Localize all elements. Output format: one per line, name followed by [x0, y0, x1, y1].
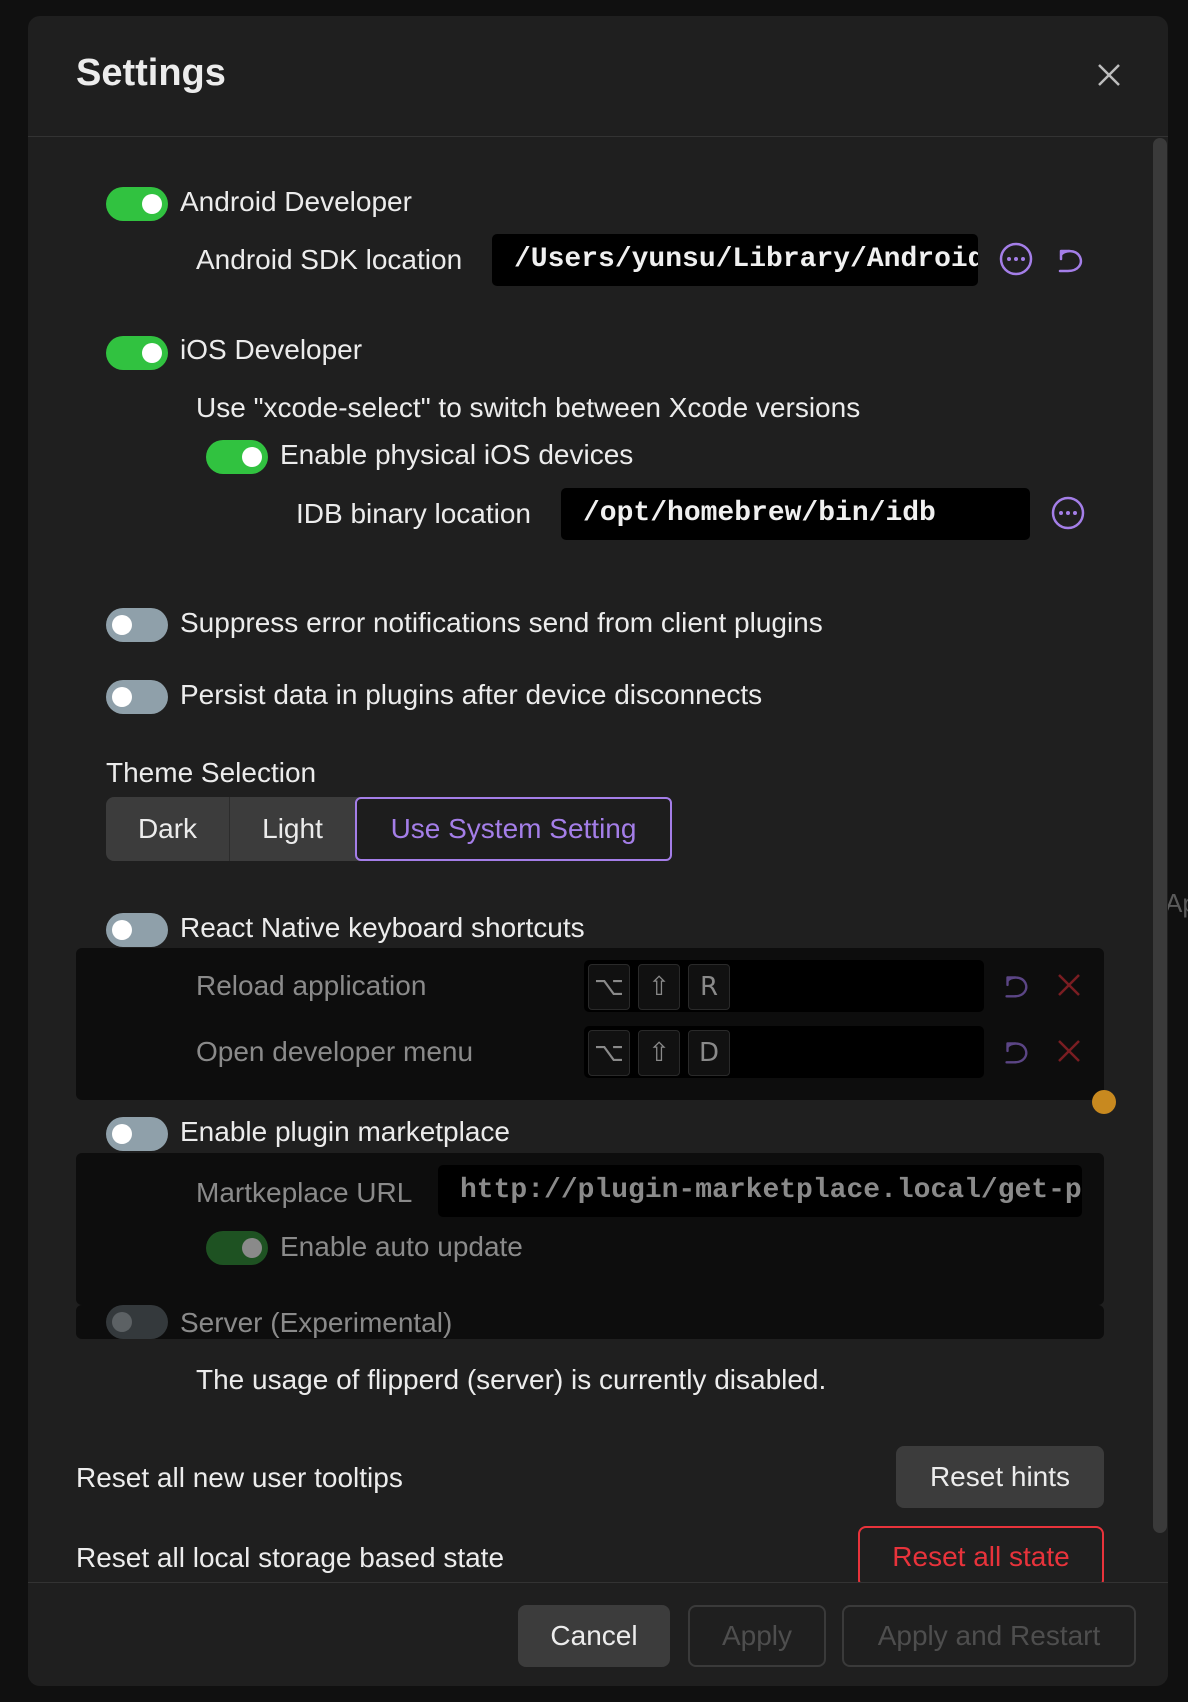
react-native-shortcuts-label: React Native keyboard shortcuts [180, 912, 585, 943]
clear-icon[interactable] [1054, 1036, 1084, 1066]
reload-application-label: Reload application [196, 970, 427, 1001]
shift-key: ⇧ [638, 964, 680, 1010]
theme-option-system[interactable]: Use System Setting [355, 797, 672, 861]
cancel-button[interactable]: Cancel [518, 1605, 670, 1667]
server-disabled-note: The usage of flipperd (server) is curren… [196, 1364, 827, 1395]
marketplace-url-label: Martkeplace URL [196, 1177, 413, 1208]
auto-update-label: Enable auto update [280, 1231, 523, 1262]
server-switch[interactable] [106, 1305, 168, 1339]
marketplace-url-input[interactable]: http://plugin-marketplace.local/get-plug… [438, 1165, 1082, 1217]
theme-segmented-control: Dark Light Use System Setting [106, 797, 672, 861]
reset-hints-button[interactable]: Reset hints [896, 1446, 1104, 1508]
settings-dialog: Settings Android Developer Android SDK l… [28, 16, 1168, 1686]
option-key: ⌥ [588, 1030, 630, 1076]
plugin-marketplace-label: Enable plugin marketplace [180, 1116, 510, 1147]
dialog-header: Settings [28, 16, 1168, 137]
shortcuts-panel: Reload application ⌥ ⇧ R Open developer … [76, 948, 1104, 1100]
warning-dot [1092, 1090, 1116, 1114]
dev-menu-shortcut-input[interactable]: ⌥ ⇧ D [584, 1026, 984, 1078]
apply-button[interactable]: Apply [688, 1605, 826, 1667]
react-native-shortcuts-switch[interactable] [106, 913, 168, 947]
theme-option-light[interactable]: Light [230, 797, 355, 861]
letter-key: D [688, 1030, 730, 1076]
letter-key: R [688, 964, 730, 1010]
reset-tooltips-label: Reset all new user tooltips [76, 1462, 403, 1493]
apply-and-restart-button[interactable]: Apply and Restart [842, 1605, 1136, 1667]
open-developer-menu-label: Open developer menu [196, 1036, 474, 1067]
suppress-errors-switch[interactable] [106, 608, 168, 642]
theme-selection-heading: Theme Selection [106, 757, 317, 788]
android-sdk-label: Android SDK location [196, 244, 463, 275]
reset-state-label: Reset all local storage based state [76, 1542, 505, 1573]
undo-icon[interactable] [1052, 241, 1088, 277]
android-developer-switch[interactable] [106, 187, 168, 221]
server-label: Server (Experimental) [180, 1307, 453, 1338]
clear-icon[interactable] [1054, 970, 1084, 1000]
undo-icon[interactable] [999, 968, 1033, 1002]
reset-all-state-button[interactable]: Reset all state [858, 1526, 1104, 1588]
shift-key: ⇧ [638, 1030, 680, 1076]
android-developer-label: Android Developer [180, 186, 412, 217]
reload-shortcut-input[interactable]: ⌥ ⇧ R [584, 960, 984, 1012]
close-icon[interactable] [1089, 55, 1129, 95]
persist-data-switch[interactable] [106, 680, 168, 714]
suppress-errors-label: Suppress error notifications send from c… [180, 607, 823, 638]
dialog-title: Settings [76, 52, 226, 94]
option-key: ⌥ [588, 964, 630, 1010]
android-sdk-input[interactable]: /Users/yunsu/Library/Android/sdk [492, 234, 978, 286]
physical-ios-devices-label: Enable physical iOS devices [280, 439, 634, 470]
theme-option-dark[interactable]: Dark [106, 797, 229, 861]
auto-update-switch[interactable] [206, 1231, 268, 1265]
persist-data-label: Persist data in plugins after device dis… [180, 679, 763, 710]
scrollbar[interactable] [1153, 138, 1167, 1533]
plugin-marketplace-switch[interactable] [106, 1117, 168, 1151]
more-options-icon[interactable] [998, 241, 1034, 277]
background-text-fragment: Ap [1165, 888, 1188, 918]
marketplace-panel: Martkeplace URL http://plugin-marketplac… [76, 1153, 1104, 1305]
ios-developer-switch[interactable] [106, 336, 168, 370]
undo-icon[interactable] [999, 1034, 1033, 1068]
xcode-select-note: Use "xcode-select" to switch between Xco… [196, 392, 861, 423]
more-options-icon[interactable] [1050, 495, 1086, 531]
physical-ios-devices-switch[interactable] [206, 440, 268, 474]
idb-binary-input[interactable]: /opt/homebrew/bin/idb [561, 488, 1030, 540]
ios-developer-label: iOS Developer [180, 334, 363, 365]
dialog-footer: Cancel Apply Apply and Restart [28, 1582, 1168, 1686]
idb-binary-label: IDB binary location [296, 498, 532, 529]
